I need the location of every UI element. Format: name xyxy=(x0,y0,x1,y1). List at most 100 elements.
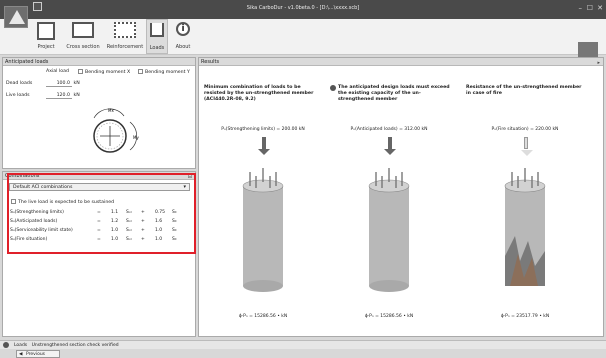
equals-sign: = xyxy=(97,219,101,224)
unit-label: kN xyxy=(73,93,80,98)
symbol-2: Sₗₗ xyxy=(172,237,177,242)
symbol-1: Sₓₗ xyxy=(126,210,132,215)
table-row: Sᵤ(Strengthening limits) = 1.1 Sₓₗ + 0.7… xyxy=(10,210,190,218)
symbol-2: Sₗₗ xyxy=(172,219,177,224)
symbol-1: Sₓₗ xyxy=(126,237,132,242)
factor-2: 1.0 xyxy=(155,228,163,233)
unit-label: kN xyxy=(73,81,80,86)
pu-fire-value: Pᵤ(Fire situation) = 220.00 kN xyxy=(491,127,559,132)
title-bar: Sika CarboDur - v1.0beta.0 - [D:\...\xxx… xyxy=(0,0,606,19)
symbol-2: Sₗₗ xyxy=(172,210,177,215)
column-graphic-fire xyxy=(504,168,546,286)
load-arrow-icon xyxy=(384,137,396,155)
pin-icon[interactable]: ▸ xyxy=(597,59,600,67)
status-message: Unstrengthened section check verified xyxy=(31,343,119,348)
factor-1: 1.0 xyxy=(111,237,119,242)
close-button[interactable]: ✕ xyxy=(597,4,603,12)
dead-loads-input[interactable]: 100.0 kN xyxy=(46,81,80,87)
plus-sign: + xyxy=(141,210,145,215)
dead-loads-value: 100.0 xyxy=(46,81,72,87)
sustained-checkbox[interactable]: The live load is expected to be sustaine… xyxy=(11,199,114,205)
axial-load-label: Axial load xyxy=(46,69,69,74)
bending-y-checkbox[interactable]: Bending moment Y xyxy=(138,69,190,75)
loads-icon xyxy=(150,23,164,37)
column-graphic xyxy=(368,168,410,292)
plus-sign: + xyxy=(141,237,145,242)
sustained-label: The live load is expected to be sustaine… xyxy=(18,200,115,205)
column-graphic xyxy=(242,168,284,292)
tab-label: Cross section xyxy=(66,44,100,50)
load-arrow-icon xyxy=(521,137,533,156)
tab-cross-section[interactable]: Cross section xyxy=(62,19,104,54)
phi-pn-value-1: ϕ·Pₙ = 15286.56 • kN xyxy=(238,314,288,319)
reinforcement-icon xyxy=(114,22,136,38)
tab-label: Loads xyxy=(149,45,165,51)
app-logo[interactable] xyxy=(4,6,28,28)
tab-label: Project xyxy=(37,44,55,50)
panel-header: Anticipated loads xyxy=(3,58,195,66)
live-loads-label: Live loads xyxy=(6,93,30,98)
status-check-icon xyxy=(3,342,9,348)
equals-sign: = xyxy=(97,237,101,242)
table-row: Sᵤ(Anticipated loads) = 1.2 Sₓₗ + 1.6 Sₗ… xyxy=(10,219,190,227)
factor-2: 1.6 xyxy=(155,219,163,224)
result-heading-anticipated: The anticipated design loads must exceed… xyxy=(338,85,450,102)
symbol-1: Sₓₗ xyxy=(126,228,132,233)
live-loads-value: 120.0 xyxy=(46,93,72,99)
bending-y-label: Bending moment Y xyxy=(145,70,190,75)
combination-name: Sᵤ(Serviceability limit state) xyxy=(10,228,73,233)
symbol-2: Sₗₗ xyxy=(172,228,177,233)
tab-label: Reinforcement xyxy=(106,44,144,50)
table-row: Sᵤ(Fire situation) = 1.0 Sₓₗ + 1.0 Sₗₗ xyxy=(10,237,190,245)
combinations-dropdown[interactable]: Default ACI combinations ▾ xyxy=(9,183,190,191)
equals-sign: = xyxy=(97,210,101,215)
status-bar: Loads Unstrengthened section check verif… xyxy=(0,340,606,349)
previous-label: Previous xyxy=(26,352,46,357)
previous-button[interactable]: ◀ Previous xyxy=(16,350,60,358)
panel-header: Results ▸ xyxy=(199,58,603,66)
save-icon[interactable] xyxy=(33,2,42,11)
table-row: Sᵤ(Serviceability limit state) = 1.0 Sₓₗ… xyxy=(10,228,190,236)
result-heading-fire: Resistance of the un-strengthened member… xyxy=(466,85,582,96)
pu-strengthening-value: Pᵤ(Strengthening limits) = 200.00 kN xyxy=(221,127,305,132)
my-label: My xyxy=(133,135,139,140)
chevron-down-icon: ▾ xyxy=(183,184,186,190)
combination-name: Sᵤ(Anticipated loads) xyxy=(10,219,58,224)
dropdown-value: Default ACI combinations xyxy=(13,185,73,190)
bending-x-checkbox[interactable]: Bending moment X xyxy=(78,69,130,75)
combination-name: Sᵤ(Fire situation) xyxy=(10,237,48,242)
load-arrow-icon xyxy=(258,137,270,155)
equals-sign: = xyxy=(97,228,101,233)
info-icon: i xyxy=(176,22,190,36)
result-heading-strengthening: Minimum combination of loads to be resis… xyxy=(204,85,314,102)
project-icon xyxy=(37,22,55,40)
plus-sign: + xyxy=(141,219,145,224)
symbol-1: Sₓₗ xyxy=(126,219,132,224)
minimize-button[interactable]: – xyxy=(579,4,583,12)
maximize-button[interactable]: ☐ xyxy=(587,4,593,12)
tab-loads[interactable]: Loads xyxy=(146,19,168,54)
status-tab[interactable]: Loads xyxy=(14,343,27,348)
tab-about[interactable]: i About xyxy=(172,19,194,54)
arrow-left-icon: ◀ xyxy=(19,352,23,357)
plus-sign: + xyxy=(141,228,145,233)
ribbon: Project Cross section Reinforcement Load… xyxy=(0,19,606,68)
factor-1: 1.2 xyxy=(111,219,119,224)
load-diagram: Mx My xyxy=(93,108,139,153)
factor-2: 1.0 xyxy=(155,237,163,242)
pu-anticipated-value: Pᵤ(Anticipated loads) = 312.00 kN xyxy=(350,127,428,132)
tab-project[interactable]: Project xyxy=(31,19,61,54)
mx-label: Mx xyxy=(108,108,114,113)
phi-pn-value-3: ϕ·Pₙ = 23517.79 • kN xyxy=(500,314,550,319)
tab-reinforcement[interactable]: Reinforcement xyxy=(105,19,145,54)
panel-title: Results xyxy=(201,59,220,65)
check-icon xyxy=(330,85,336,91)
tab-label: About xyxy=(175,44,191,50)
factor-1: 1.1 xyxy=(111,210,119,215)
phi-pn-value-2: ϕ·Pₙ = 15286.56 • kN xyxy=(364,314,414,319)
cross-section-icon xyxy=(72,22,94,38)
live-loads-input[interactable]: 120.0 kN xyxy=(46,93,80,99)
bending-x-label: Bending moment X xyxy=(85,70,131,75)
factor-1: 1.0 xyxy=(111,228,119,233)
factor-2: 0.75 xyxy=(155,210,166,215)
